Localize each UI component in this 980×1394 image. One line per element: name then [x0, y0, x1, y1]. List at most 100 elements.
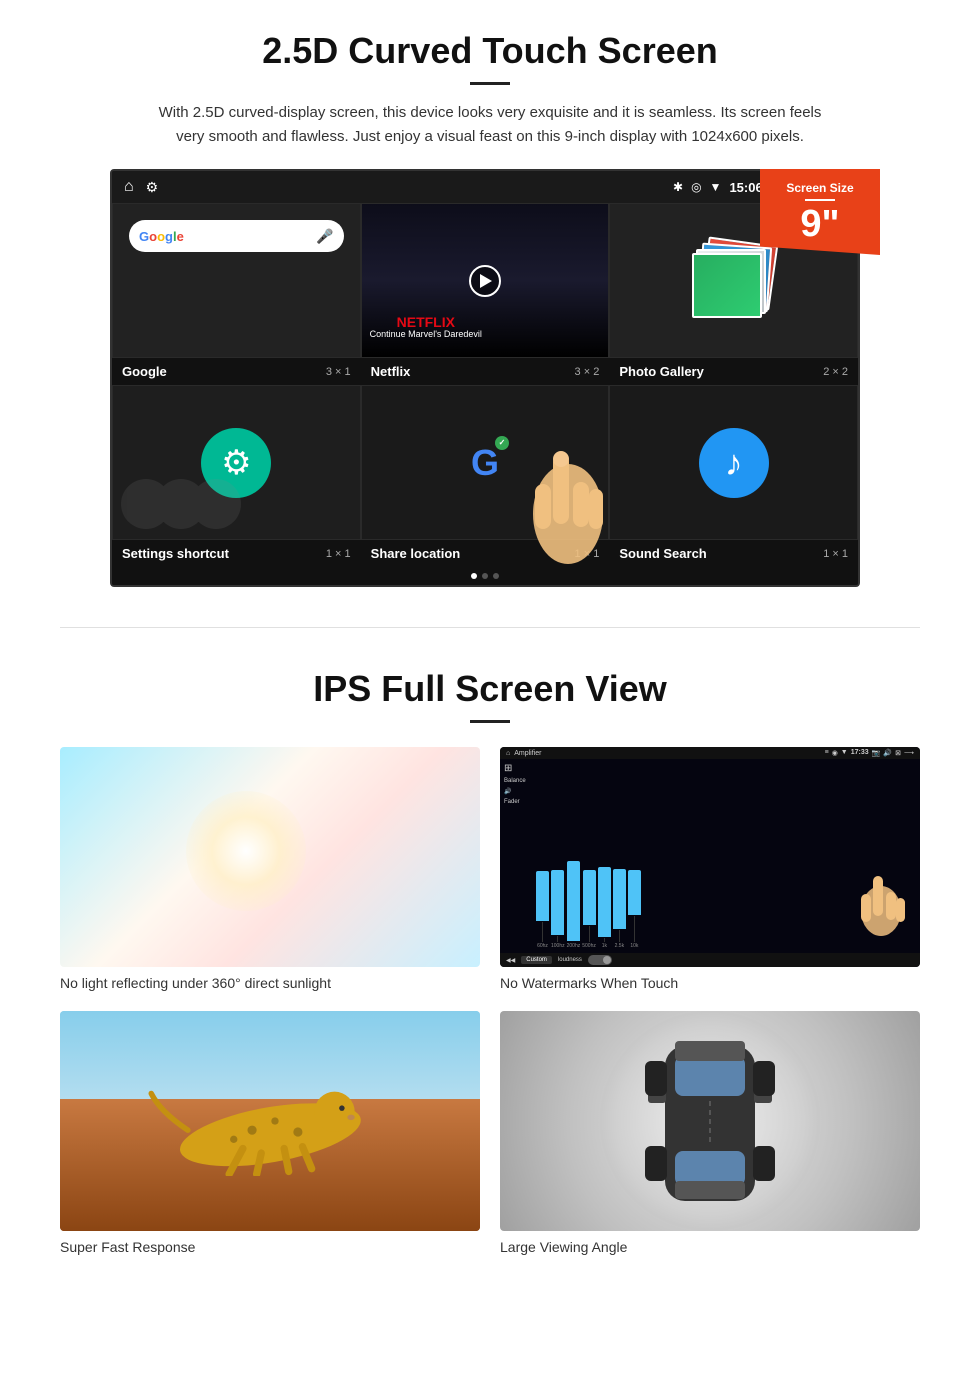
google-logo: Google — [139, 229, 184, 244]
touch-hand-overlay — [851, 846, 911, 941]
amp-sidebar: ⊞ Balance 🔊 Fader — [504, 763, 534, 949]
sound-search-app-size: 1 × 1 — [823, 548, 848, 560]
section-divider — [60, 627, 920, 628]
badge-size: 9" — [800, 203, 839, 245]
home-icon[interactable]: ⌂ — [124, 178, 134, 196]
share-location-cell[interactable]: G ✓ — [361, 385, 610, 540]
google-app-size: 3 × 1 — [326, 366, 351, 378]
section1-title: 2.5D Curved Touch Screen — [60, 30, 920, 72]
cheetah-svg — [94, 1066, 447, 1176]
feature-no-light: No light reflecting under 360° direct su… — [60, 747, 480, 991]
amp-custom-button[interactable]: Custom — [521, 956, 552, 964]
eq-bars: 60hz 100hz 200hz — [536, 839, 916, 949]
feature-caption-no-watermarks: No Watermarks When Touch — [500, 975, 920, 991]
app-grid-row2: ⚙ G ✓ — [112, 385, 858, 540]
eq-bar-10k: 10k — [628, 870, 641, 949]
title-divider — [470, 82, 510, 85]
eq-bar-60hz: 60hz — [536, 871, 549, 949]
badge-label: Screen Size — [770, 181, 870, 195]
photo-card-4 — [692, 253, 762, 318]
feature-image-fast-response — [60, 1011, 480, 1231]
page-dot-1 — [471, 573, 477, 579]
cheetah-scene — [60, 1011, 480, 1231]
amp-x-icon: ⊠ — [895, 749, 901, 757]
page-dots — [112, 567, 858, 585]
amp-speaker-icon: 🔊 — [504, 788, 534, 795]
amp-vol-icon: 🔊 — [883, 749, 892, 757]
music-note-icon: ♪ — [725, 442, 743, 484]
feature-caption-no-light: No light reflecting under 360° direct su… — [60, 975, 480, 991]
app-labels-row1: Google 3 × 1 Netflix 3 × 2 Photo Gallery… — [112, 358, 858, 385]
eq-bar-fill — [613, 869, 626, 929]
eq-bar-fill — [628, 870, 641, 915]
amp-screen: ⌂ Amplifier ≡ ◉ ▼ 17:33 📷 🔊 ⊠ ⟶ — [500, 747, 920, 967]
eq-bar-fill — [536, 871, 549, 921]
feature-caption-fast: Super Fast Response — [60, 1239, 480, 1255]
eq-freq-10k: 10k — [630, 943, 638, 949]
section-ips: IPS Full Screen View No light reflecting… — [0, 648, 980, 1285]
settings-app-cell[interactable]: ⚙ — [112, 385, 361, 540]
google-app-name: Google — [122, 364, 167, 379]
netflix-app-cell[interactable]: NETFLIX Continue Marvel's Daredevil — [361, 203, 610, 358]
google-app-cell[interactable]: Google 🎤 — [112, 203, 361, 358]
google-maps-container: G ✓ — [471, 442, 499, 484]
google-label-cell: Google 3 × 1 — [112, 362, 361, 381]
mic-icon[interactable]: 🎤 — [316, 228, 333, 245]
amp-cam-icon: 📷 — [872, 749, 881, 757]
sound-search-label-cell: Sound Search 1 × 1 — [609, 544, 858, 563]
eq-bar-below — [604, 938, 605, 942]
feature-caption-large-viewing: Large Viewing Angle — [500, 1239, 920, 1255]
amp-icon-2: ◉ — [832, 749, 838, 757]
settings-shadow-icons — [121, 479, 241, 529]
feature-image-large-viewing — [500, 1011, 920, 1231]
wifi-icon: ▼ — [710, 180, 722, 194]
amp-tune-icon: ⊞ — [504, 763, 534, 774]
google-search-bar[interactable]: Google 🎤 — [129, 220, 344, 252]
section1-desc: With 2.5D curved-display screen, this de… — [150, 101, 830, 149]
section-curved-screen: 2.5D Curved Touch Screen With 2.5D curve… — [0, 0, 980, 607]
sound-search-cell[interactable]: ♪ — [609, 385, 858, 540]
amp-loudness-label: loudness — [558, 957, 582, 963]
app-labels-row2: Settings shortcut 1 × 1 Share location 1… — [112, 540, 858, 567]
netflix-app-name: Netflix — [371, 364, 411, 379]
bluetooth-icon: ✱ — [673, 180, 683, 194]
touch-hand-svg — [851, 846, 911, 936]
photo-stack — [694, 241, 774, 321]
amp-icon-1: ≡ — [825, 749, 829, 757]
section2-title: IPS Full Screen View — [60, 668, 920, 710]
status-time: 15:06 — [729, 180, 762, 195]
amp-top-bar: ⌂ Amplifier ≡ ◉ ▼ 17:33 📷 🔊 ⊠ ⟶ — [500, 747, 920, 759]
amp-fader-label: Fader — [504, 799, 534, 805]
sound-icon-bg: ♪ — [699, 428, 769, 498]
amp-window-icon: ⟶ — [904, 749, 914, 757]
amp-icons: ≡ ◉ ▼ 17:33 📷 🔊 ⊠ ⟶ — [825, 749, 914, 757]
netflix-play-button[interactable] — [469, 265, 501, 297]
feature-large-viewing: Large Viewing Angle — [500, 1011, 920, 1255]
eq-bar-below — [542, 922, 543, 942]
shadow-circle-3 — [191, 479, 241, 529]
amp-loudness-toggle[interactable] — [588, 955, 612, 965]
eq-bar-fill — [598, 867, 611, 937]
check-badge: ✓ — [495, 436, 509, 450]
feature-image-no-watermarks: ⌂ Amplifier ≡ ◉ ▼ 17:33 📷 🔊 ⊠ ⟶ — [500, 747, 920, 967]
feature-no-watermarks: ⌂ Amplifier ≡ ◉ ▼ 17:33 📷 🔊 ⊠ ⟶ — [500, 747, 920, 991]
eq-bar-fill — [567, 861, 580, 941]
gear-icon: ⚙ — [221, 443, 251, 483]
pointing-hand — [513, 394, 623, 569]
settings-app-size: 1 × 1 — [326, 548, 351, 560]
eq-bar-2k: 2.5k — [613, 869, 626, 949]
photo-gallery-label-cell: Photo Gallery 2 × 2 — [609, 362, 858, 381]
sound-search-app-name: Sound Search — [619, 546, 706, 561]
amp-title: Amplifier — [514, 750, 541, 757]
page-dot-3 — [493, 573, 499, 579]
page-dot-2 — [482, 573, 488, 579]
amp-sliders: 60hz 100hz 200hz — [536, 763, 916, 949]
photo-gallery-app-name: Photo Gallery — [619, 364, 704, 379]
location-icon: ◎ — [691, 180, 701, 194]
car-top-view-svg — [640, 1021, 780, 1221]
car-view — [500, 1011, 920, 1231]
status-bar-left: ⌂ ⚙ — [124, 178, 158, 196]
section2-divider — [470, 720, 510, 723]
hand-svg — [513, 394, 623, 564]
g-letter: G ✓ — [471, 442, 499, 484]
